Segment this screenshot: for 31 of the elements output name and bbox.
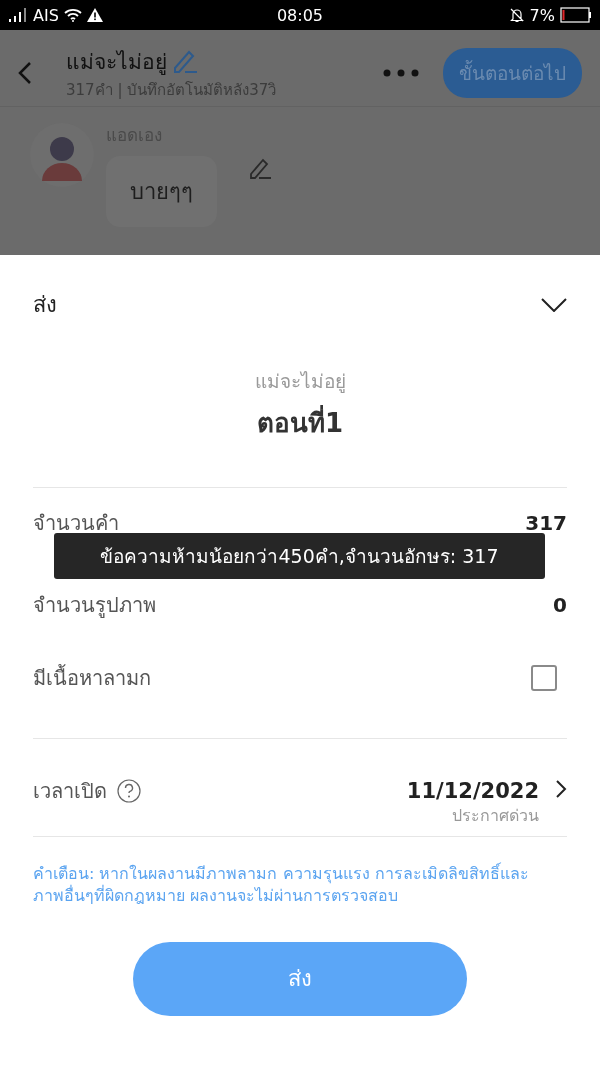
- chevron-right-icon[interactable]: [555, 779, 567, 799]
- next-step-button[interactable]: ขั้นตอนต่อไป: [443, 48, 582, 98]
- stat-value: 317: [525, 511, 567, 535]
- bell-muted-icon: [508, 7, 525, 23]
- chapter-title: ตอนที่1: [256, 402, 344, 443]
- sheet-title: ส่ง: [33, 291, 57, 319]
- send-button[interactable]: ส่ง: [133, 941, 467, 1016]
- carrier-name: AIS: [33, 5, 59, 25]
- warning-text: คำเตือน: หากในผลงานมีภาพลามก ความรุนแรง การละเมิดลิขสิทธิ์และภาพอื่นๆที่ผิดกฎหมาย ผลงานจะไม่ผ่านการตรวจสอบ: [33, 863, 530, 908]
- publish-note: ประกาศด่วน: [452, 805, 539, 827]
- back-icon[interactable]: [18, 61, 32, 85]
- toast-message: ข้อความห้ามน้อยกว่า450คำ,จำนวนอักษร: 317: [54, 533, 545, 579]
- publish-date[interactable]: 11/12/2022: [406, 779, 539, 803]
- publish-time-label: เวลาเปิด: [33, 778, 107, 805]
- warning-icon: [86, 8, 103, 22]
- message-bubble: บายๆๆ: [106, 156, 217, 227]
- help-icon[interactable]: [117, 779, 141, 803]
- more-icon[interactable]: [383, 69, 419, 77]
- wifi-icon: [63, 8, 82, 22]
- book-title: แม่จะไม่อยู่: [254, 369, 346, 395]
- checkbox[interactable]: [531, 665, 557, 691]
- chevron-down-icon[interactable]: [541, 297, 567, 312]
- story-title: แม่จะไม่อยู่: [66, 48, 167, 77]
- stat-label: จำนวนรูปภาพ: [33, 592, 156, 620]
- mature-content-label: มีเนื้อหาลามก: [33, 663, 151, 692]
- battery-icon: [560, 7, 592, 23]
- stat-value: 0: [553, 593, 567, 617]
- pencil-icon[interactable]: [247, 156, 273, 180]
- clock: 08:05: [276, 5, 324, 25]
- signal-icon: [8, 8, 28, 22]
- battery-percent: 7%: [529, 5, 555, 25]
